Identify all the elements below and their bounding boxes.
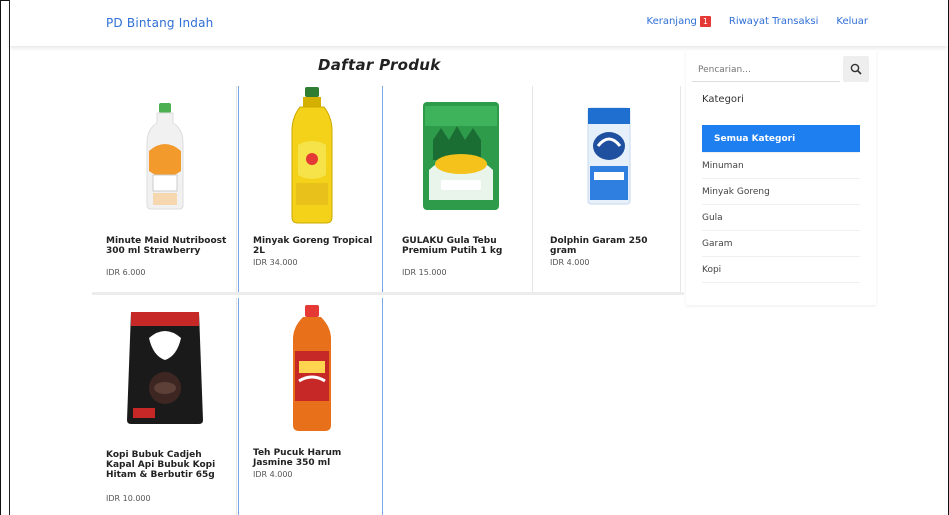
category-item-kopi[interactable]: Kopi — [702, 257, 860, 283]
product-name: Minyak Goreng Tropical 2L — [253, 236, 373, 256]
product-card[interactable]: Dolphin Garam 250 gram IDR 4.000 — [536, 86, 681, 292]
product-name: Teh Pucuk Harum Jasmine 350 ml — [253, 448, 342, 468]
category-item-all[interactable]: Semua Kategori — [702, 125, 860, 153]
product-price: IDR 6.000 — [106, 268, 146, 277]
category-list: Semua Kategori Minuman Minyak Goreng Gul… — [702, 125, 860, 283]
product-card[interactable]: Kopi Bubuk Cadjeh Kapal Api Bubuk Kopi H… — [92, 298, 237, 515]
product-price: IDR 4.000 — [550, 258, 590, 267]
page-title: Daftar Produk — [318, 56, 441, 74]
product-image — [92, 298, 237, 438]
product-price: IDR 34.000 — [253, 258, 298, 267]
product-image — [239, 86, 384, 226]
cart-badge: 1 — [699, 16, 711, 27]
product-image — [239, 298, 384, 438]
search-input[interactable] — [692, 58, 840, 82]
category-item-gula[interactable]: Gula — [702, 205, 860, 231]
logout-link[interactable]: Keluar — [836, 16, 868, 27]
frame-divider — [9, 0, 10, 515]
product-image — [92, 86, 237, 226]
product-card[interactable]: Teh Pucuk Harum Jasmine 350 ml IDR 4.000 — [238, 298, 383, 515]
product-card[interactable]: Minyak Goreng Tropical 2L IDR 34.000 — [238, 86, 383, 292]
row-separator — [92, 292, 684, 295]
product-price: IDR 10.000 — [106, 494, 151, 503]
product-name: GULAKU Gula Tebu Premium Putih 1 kg — [402, 236, 503, 256]
transaction-history-link[interactable]: Riwayat Transaksi — [729, 16, 819, 27]
top-navbar: PD Bintang Indah Keranjang 1 Riwayat Tra… — [10, 0, 948, 46]
product-name: Minute Maid Nutriboost 300 ml Strawberry — [106, 236, 227, 256]
cart-link-label: Keranjang — [646, 16, 697, 27]
category-item-minuman[interactable]: Minuman — [702, 153, 860, 179]
product-image — [536, 86, 681, 226]
product-image — [388, 86, 533, 226]
salt-pack-icon — [587, 107, 630, 205]
product-card[interactable]: Minute Maid Nutriboost 300 ml Strawberry… — [92, 86, 237, 292]
product-price: IDR 4.000 — [253, 470, 293, 479]
sidebar: Kategori Semua Kategori Minuman Minyak G… — [686, 50, 876, 305]
categories-heading: Kategori — [702, 94, 744, 105]
product-name: Dolphin Garam 250 gram — [550, 236, 648, 256]
sugar-pack-icon — [422, 102, 499, 210]
oil-bottle-icon — [291, 87, 332, 224]
search-button[interactable] — [843, 56, 869, 82]
product-price: IDR 15.000 — [402, 268, 447, 277]
brand-link[interactable]: PD Bintang Indah — [106, 16, 213, 30]
juice-bottle-icon — [146, 103, 183, 210]
product-card[interactable]: GULAKU Gula Tebu Premium Putih 1 kg IDR … — [388, 86, 533, 292]
category-item-garam[interactable]: Garam — [702, 231, 860, 257]
tea-bottle-icon — [292, 305, 331, 431]
cart-link[interactable]: Keranjang 1 — [647, 16, 711, 27]
search-icon — [850, 63, 862, 75]
category-item-minyak-goreng[interactable]: Minyak Goreng — [702, 179, 860, 205]
product-name: Kopi Bubuk Cadjeh Kapal Api Bubuk Kopi H… — [106, 450, 216, 480]
nav-menu: Keranjang 1 Riwayat Transaksi Keluar — [629, 16, 868, 27]
coffee-pack-icon — [126, 312, 203, 424]
